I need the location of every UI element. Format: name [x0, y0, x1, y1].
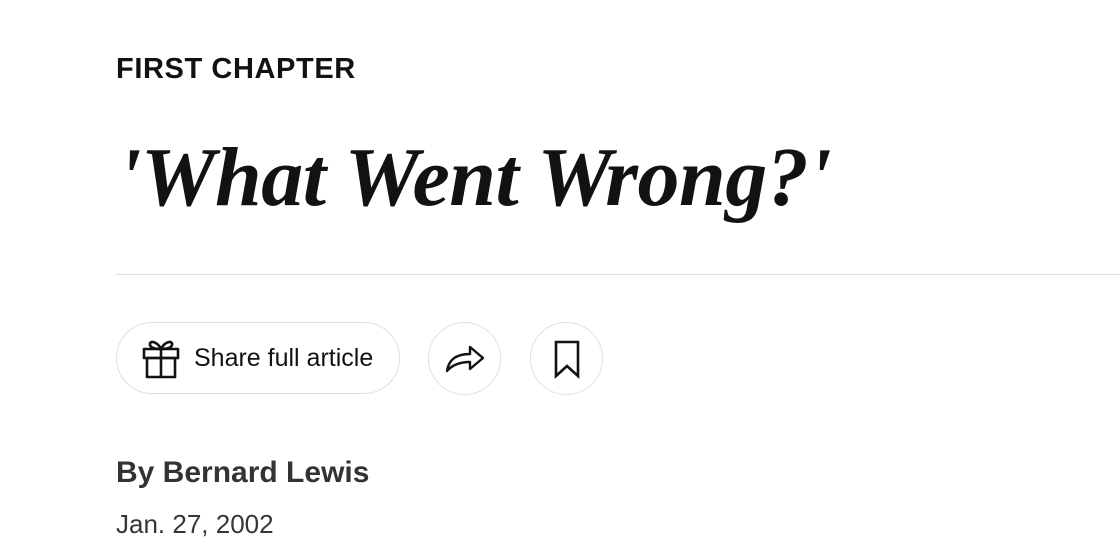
share-full-article-label: Share full article	[194, 343, 374, 372]
share-button[interactable]	[428, 322, 501, 395]
article-headline: 'What Went Wrong?'	[118, 131, 832, 224]
divider	[115, 274, 1120, 275]
article-byline: By Bernard Lewis	[116, 456, 370, 489]
gift-icon	[142, 340, 180, 379]
article-date: Jan. 27, 2002	[116, 509, 274, 539]
bookmark-icon	[554, 340, 579, 379]
save-bookmark-button[interactable]	[530, 322, 603, 395]
section-kicker: FIRST CHAPTER	[116, 53, 356, 85]
share-arrow-icon	[445, 345, 484, 372]
share-full-article-button[interactable]: Share full article	[116, 322, 400, 394]
